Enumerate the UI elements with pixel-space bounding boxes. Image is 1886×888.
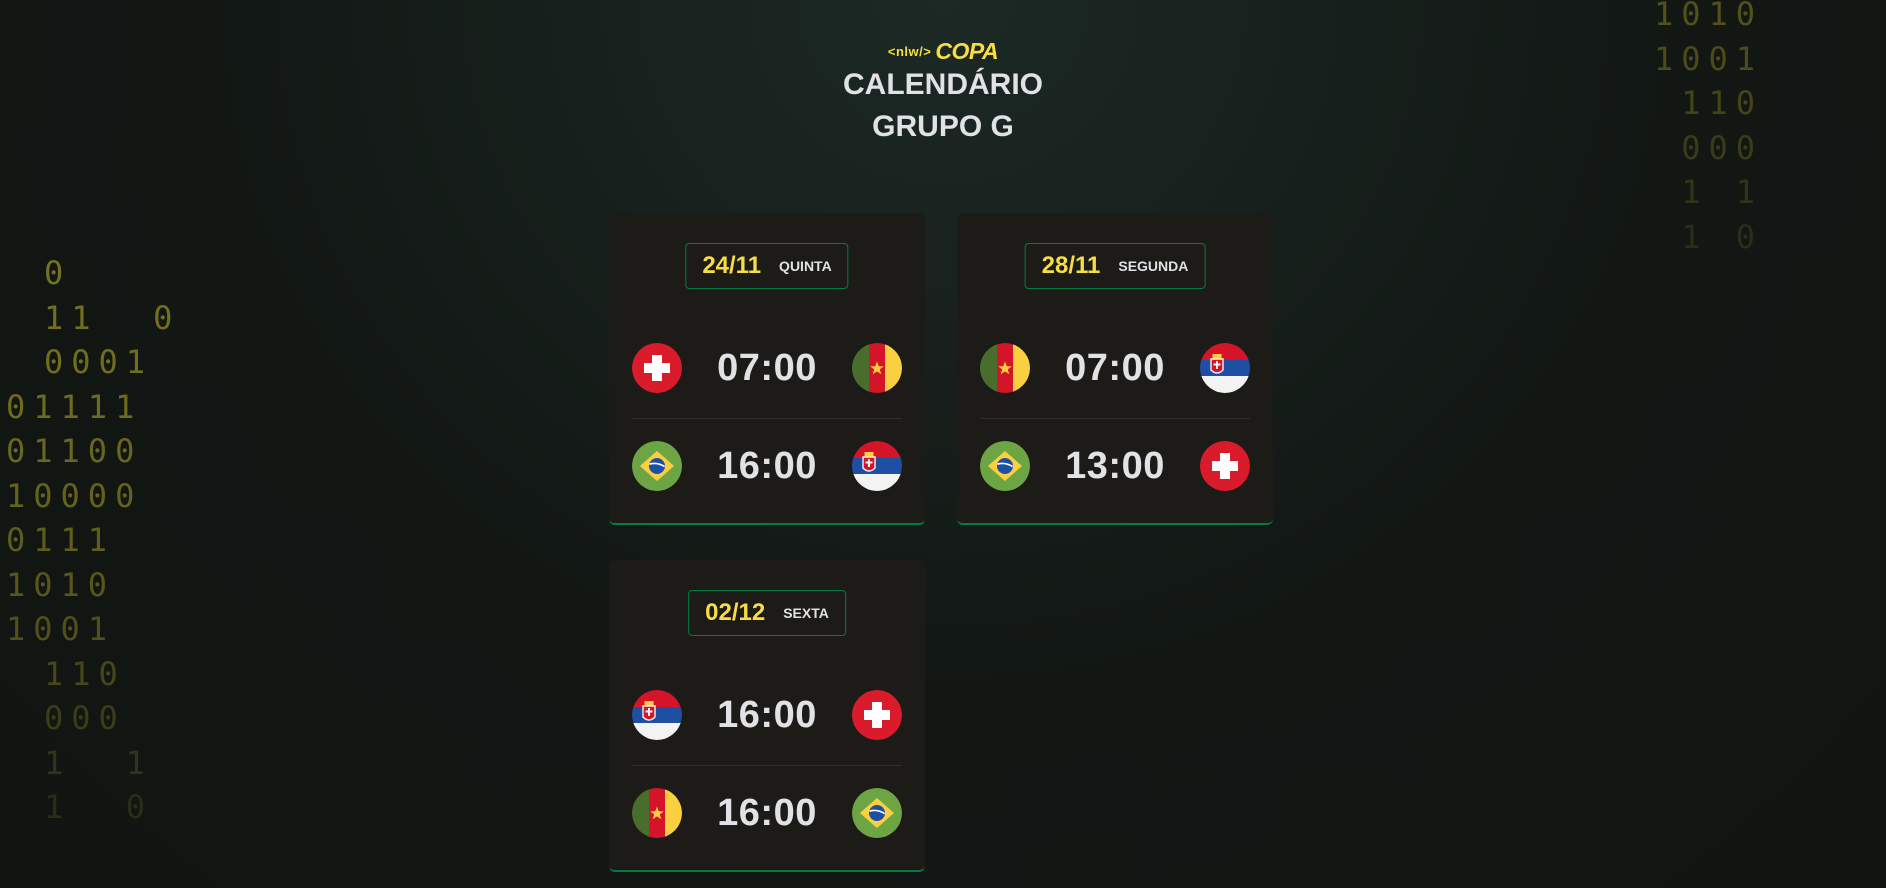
switzerland-flag-icon [1199,441,1250,491]
date-badge: 24/11 QUINTA [685,243,849,289]
switzerland-flag-icon [632,343,682,393]
date-badge: 28/11 SEGUNDA [1024,243,1206,289]
logo-word: COPA [935,37,999,64]
match-date: 24/11 [702,252,762,279]
match-row: 16:00 [632,788,902,838]
match-time: 07:00 [717,346,817,389]
match-time: 16:00 [717,693,817,736]
brazil-flag-icon [980,441,1030,491]
match-row: 07:00 [980,343,1250,393]
brazil-flag-icon [851,788,902,838]
serbia-flag-icon [632,690,682,740]
page-header: <nlw/> COPA CALENDÁRIO GRUPO G [0,38,1886,148]
match-weekday: SEXTA [783,605,829,621]
match-date: 28/11 [1041,252,1101,279]
match-row: 16:00 [632,441,902,491]
cameroon-flag-icon [851,343,902,393]
cameroon-flag-icon [980,343,1030,393]
switzerland-flag-icon [851,690,902,740]
match-time: 16:00 [717,444,817,487]
page-subtitle: GRUPO G [872,110,1014,143]
match-row: 13:00 [980,441,1250,491]
match-date: 02/12 [705,599,766,626]
match-divider [632,418,902,419]
serbia-flag-icon [1199,343,1250,393]
match-time: 07:00 [1065,346,1165,389]
brazil-flag-icon [632,441,682,491]
match-time: 16:00 [717,791,817,834]
match-divider [980,418,1250,419]
match-row: 07:00 [632,343,902,393]
nlw-copa-logo: <nlw/> COPA [887,37,999,64]
match-day-card: 24/11 QUINTA 07:00 16:00 [609,213,925,525]
match-day-card: 28/11 SEGUNDA 07:00 13:00 [957,213,1273,525]
logo-tag: <nlw/> [887,43,932,59]
match-time: 13:00 [1065,444,1165,487]
date-badge: 02/12 SEXTA [688,590,846,636]
serbia-flag-icon [851,441,902,491]
match-weekday: QUINTA [779,258,832,274]
cameroon-flag-icon [632,788,682,838]
page-title: CALENDÁRIO [843,68,1043,101]
match-weekday: SEGUNDA [1118,258,1189,274]
match-divider [632,765,902,766]
binary-decoration-left: 0 11 0 0001 01111 01100 10000 0111 1010 1001 110 0… [6,254,181,826]
match-row: 16:00 [632,690,902,740]
match-day-card: 02/12 SEXTA 16:00 16:00 [609,560,925,872]
